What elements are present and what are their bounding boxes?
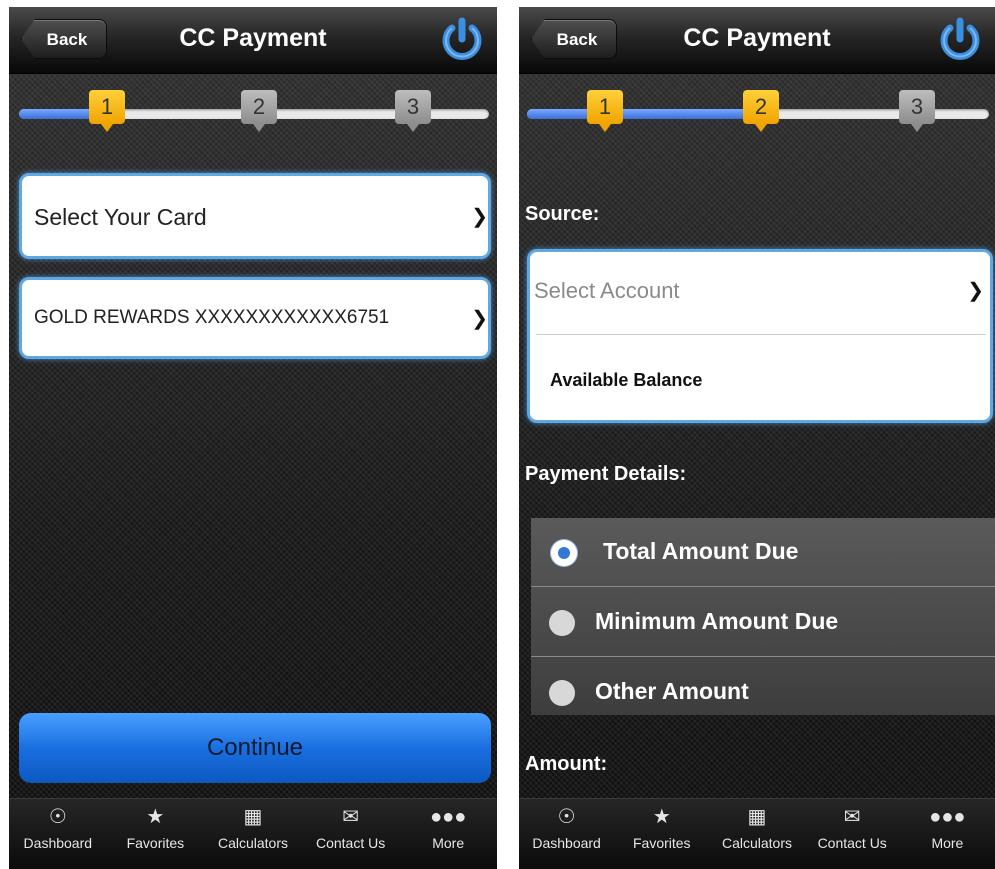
- step-1: 1: [587, 90, 623, 132]
- tab-more[interactable]: ●●● More: [399, 799, 497, 869]
- progress-fill: [19, 109, 99, 119]
- account-select-placeholder: Select Account: [534, 278, 680, 303]
- tab-label: Contact Us: [315, 835, 386, 851]
- tab-more[interactable]: ●●● More: [900, 799, 995, 869]
- tab-label: Dashboard: [532, 835, 601, 851]
- amount-label: Amount:: [525, 753, 608, 775]
- tab-label: More: [931, 835, 964, 851]
- step-2: 2: [743, 90, 779, 132]
- progress-stepper: 1 2 3: [19, 87, 489, 147]
- more-icon: ●●●: [929, 806, 966, 828]
- option-label: Total Amount Due: [603, 538, 799, 564]
- tab-bar: ☉ Dashboard ★ Favorites ▦ Calculators ✉ …: [9, 798, 497, 869]
- card-select[interactable]: Select Your Card ❯: [19, 173, 491, 259]
- tab-bar: ☉ Dashboard ★ Favorites ▦ Calculators ✉ …: [519, 798, 995, 869]
- payment-details-label: Payment Details:: [525, 463, 687, 485]
- power-icon[interactable]: [937, 17, 983, 63]
- tab-dashboard[interactable]: ☉ Dashboard: [519, 799, 614, 869]
- calculator-icon: ▦: [243, 806, 263, 828]
- radio-unselected-icon[interactable]: [549, 680, 575, 706]
- option-other-amount[interactable]: Other Amount: [531, 658, 995, 726]
- header: Back CC Payment: [519, 7, 995, 74]
- tab-favorites[interactable]: ★ Favorites: [107, 799, 205, 869]
- calculator-icon: ▦: [747, 806, 767, 828]
- chevron-down-icon: ❯: [967, 280, 984, 302]
- tab-label: Contact Us: [817, 835, 887, 851]
- page-title: CC Payment: [179, 24, 327, 52]
- available-balance-label: Available Balance: [550, 370, 703, 390]
- option-total-amount-due[interactable]: Total Amount Due: [531, 518, 995, 587]
- option-label: Minimum Amount Due: [595, 608, 839, 634]
- tab-dashboard[interactable]: ☉ Dashboard: [9, 799, 107, 869]
- divider: [536, 334, 986, 335]
- tab-label: Favorites: [126, 835, 185, 851]
- tab-label: More: [432, 835, 465, 851]
- power-icon[interactable]: [439, 17, 485, 63]
- tab-calculators[interactable]: ▦ Calculators: [709, 799, 804, 869]
- step-3: 3: [899, 90, 935, 132]
- progress-stepper: 1 2 3: [527, 87, 989, 147]
- tab-label: Dashboard: [23, 835, 93, 851]
- step-2: 2: [241, 90, 277, 132]
- left-screen: Back CC Payment 1 2 3 Select Your Card ❯…: [9, 7, 497, 869]
- contact-icon: ✉: [843, 806, 861, 828]
- dashboard-icon: ☉: [48, 806, 67, 828]
- dashboard-icon: ☉: [557, 806, 576, 828]
- card-select-label: Select Your Card: [34, 204, 207, 230]
- tab-label: Calculators: [721, 835, 792, 851]
- chevron-down-icon: ❯: [471, 308, 488, 330]
- header: Back CC Payment: [9, 7, 497, 74]
- more-icon: ●●●: [430, 806, 467, 828]
- contact-icon: ✉: [342, 806, 359, 828]
- continue-button[interactable]: Continue: [19, 713, 491, 783]
- page-title: CC Payment: [683, 24, 831, 52]
- account-select[interactable]: Select Account ❯ Available Balance: [527, 249, 993, 423]
- tab-label: Calculators: [217, 835, 288, 851]
- star-icon: ★: [652, 806, 671, 828]
- option-label: Other Amount: [595, 678, 749, 704]
- card-value-select[interactable]: GOLD REWARDS XXXXXXXXXXXX6751 ❯: [19, 277, 491, 359]
- step-3: 3: [395, 90, 431, 132]
- option-minimum-amount-due[interactable]: Minimum Amount Due: [531, 588, 995, 657]
- star-icon: ★: [146, 806, 165, 828]
- step-1: 1: [89, 90, 125, 132]
- source-label: Source:: [525, 203, 600, 225]
- right-screen: Back CC Payment 1 2 3 Source: Select Acc…: [519, 7, 995, 869]
- payment-options: Total Amount Due Minimum Amount Due Othe…: [531, 518, 995, 715]
- tab-calculators[interactable]: ▦ Calculators: [204, 799, 302, 869]
- progress-fill: [527, 109, 763, 119]
- card-value-label: GOLD REWARDS XXXXXXXXXXXX6751: [34, 307, 390, 328]
- radio-unselected-icon[interactable]: [549, 610, 575, 636]
- chevron-down-icon: ❯: [471, 206, 488, 228]
- tab-contact-us[interactable]: ✉ Contact Us: [302, 799, 400, 869]
- tab-label: Favorites: [632, 835, 691, 851]
- tab-favorites[interactable]: ★ Favorites: [614, 799, 709, 869]
- tab-contact-us[interactable]: ✉ Contact Us: [805, 799, 900, 869]
- radio-selected-icon[interactable]: [551, 540, 577, 566]
